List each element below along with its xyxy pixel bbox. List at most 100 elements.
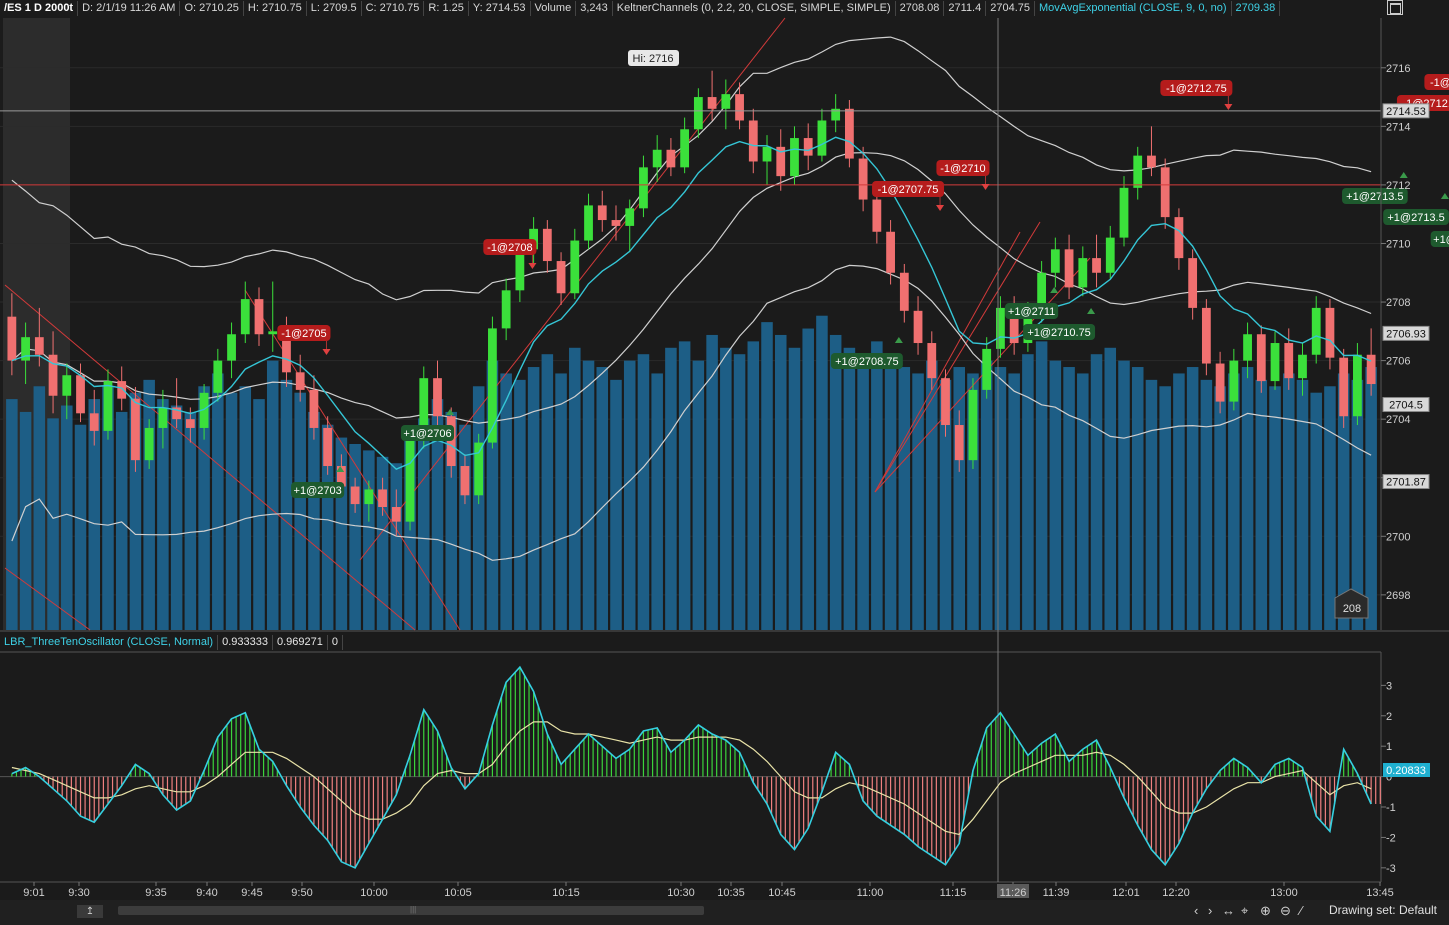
candle-body <box>378 489 387 508</box>
volume-bar <box>569 347 581 630</box>
close-label: C: 2710.75 <box>362 1 425 16</box>
volume-bar <box>1077 373 1089 630</box>
volume-bar <box>623 360 636 630</box>
keltner-study-label[interactable]: KeltnerChannels (0, 2.2, 20, CLOSE, SIMP… <box>613 1 896 16</box>
bubble-label: +1@2708.75 <box>835 356 898 368</box>
osc-tick-label: -1 <box>1386 802 1396 814</box>
y-label: Y: 2714.53 <box>469 1 531 16</box>
oscillator-value-2: 0.969271 <box>273 635 328 650</box>
candle-body <box>350 486 360 505</box>
price-tick-label: 2708 <box>1386 297 1410 309</box>
scroll-right-icon[interactable]: › <box>1208 903 1212 918</box>
volume-bar <box>665 347 677 630</box>
candle-body <box>625 208 635 226</box>
time-tick-label: 12:01 <box>1112 887 1140 899</box>
scroll-home-icon[interactable]: ↥ <box>77 905 103 918</box>
volume-bar <box>733 354 746 630</box>
volume-bar <box>651 373 663 630</box>
price-tick-label: 2698 <box>1386 590 1410 602</box>
open-label: O: 2710.25 <box>180 1 244 16</box>
volume-bar <box>280 379 293 630</box>
bubble-label: +1@2706 <box>403 428 451 440</box>
low-label: L: 2709.5 <box>307 1 362 16</box>
candle-body <box>1325 307 1335 358</box>
volume-bar <box>6 399 18 630</box>
candle-body <box>1174 217 1184 259</box>
volume-bar <box>706 334 718 630</box>
bubble-label: -1@2712.75 <box>1166 83 1227 95</box>
price-badge: 2701.87 <box>1382 474 1430 490</box>
time-tick-label: 10:00 <box>360 887 388 899</box>
candle-body <box>1298 354 1307 379</box>
volume-bar <box>637 354 650 630</box>
zoom-in-icon[interactable]: ⊕ <box>1260 903 1271 919</box>
candle-body <box>309 389 319 428</box>
volume-bar <box>774 334 787 630</box>
volume-bar <box>1241 367 1254 630</box>
volume-bar <box>308 411 320 630</box>
time-tick-label: 9:35 <box>145 887 166 899</box>
draw-line-icon[interactable]: ∕ <box>1300 903 1302 918</box>
candle-body <box>34 337 44 355</box>
volume-study-label[interactable]: Volume <box>531 1 577 16</box>
oscillator-study-label[interactable]: LBR_ThreeTenOscillator (CLOSE, Normal) <box>0 635 219 650</box>
candle-body <box>364 489 374 505</box>
scroll-left-icon[interactable]: ‹ <box>1194 903 1198 918</box>
buy-order-bubble: +1@2706 <box>400 425 455 441</box>
volume-bar <box>596 367 609 630</box>
time-tick-label: 11:26 <box>1000 887 1027 899</box>
volume-bar <box>253 399 265 630</box>
sell-order-bubble: -1@2710 <box>936 160 990 176</box>
price-chart[interactable]: -1@2705 -1@2708 -1@2710-1@2707.75 -1@2712.7… <box>0 0 1449 925</box>
volume-bar <box>857 360 869 630</box>
candle-body <box>213 360 223 393</box>
buy-order-bubble: +1@2708.75 <box>830 353 903 369</box>
volume-bar <box>582 360 595 630</box>
volume-bar <box>926 360 938 630</box>
time-tick-label: 9:01 <box>23 887 44 899</box>
oscillator-value-1: 0.933333 <box>218 635 273 650</box>
sell-order-bubble: -1@2712.75 <box>1160 80 1233 96</box>
candle-body <box>1119 187 1129 238</box>
candle-body <box>803 138 813 156</box>
volume-bar <box>1365 367 1377 630</box>
symbol-label[interactable]: /ES 1 D 2000t <box>0 1 79 16</box>
volume-bar <box>1255 379 1268 630</box>
candle-body <box>721 94 731 109</box>
volume-bar <box>884 354 897 630</box>
svg-text:Hi: 2716: Hi: 2716 <box>633 53 674 65</box>
date-label: D: 2/1/19 11:26 AM <box>78 1 181 16</box>
volume-bar <box>761 322 773 630</box>
volume-bar <box>678 341 691 630</box>
volume-bar <box>143 379 155 630</box>
volume-bar <box>1090 354 1103 630</box>
ema-study-label[interactable]: MovAvgExponential (CLOSE, 9, 0, no) <box>1035 1 1232 16</box>
volume-bar <box>816 315 828 630</box>
candle-body <box>817 120 827 156</box>
volume-bar <box>239 386 252 630</box>
time-tick-label: 11:39 <box>1043 887 1070 899</box>
candle-body <box>254 299 264 335</box>
candle-body <box>927 343 937 379</box>
volume-bar <box>1159 386 1171 630</box>
candle-body <box>982 348 992 390</box>
candle-body <box>1201 307 1211 364</box>
time-tick-label: 10:15 <box>552 887 580 899</box>
oscillator-value-3: 0 <box>328 635 343 650</box>
candle-body <box>790 138 799 177</box>
volume-bar <box>1131 367 1144 630</box>
maximize-icon[interactable] <box>1387 0 1403 15</box>
candle-body <box>1050 249 1060 273</box>
crosshair-icon[interactable]: ⌖ <box>1241 903 1248 919</box>
candle-body <box>103 381 113 431</box>
zoom-out-icon[interactable]: ⊖ <box>1280 903 1291 919</box>
expand-icon[interactable]: ↔ <box>1222 903 1235 918</box>
candle <box>1339 348 1349 428</box>
scroll-grip-icon[interactable]: ||| <box>410 905 416 914</box>
drawing-set-selector[interactable]: Drawing set: Default <box>1329 903 1437 917</box>
keltner-mid-value: 2711.4 <box>944 1 987 16</box>
candle <box>474 433 484 505</box>
candle-body <box>1256 334 1266 382</box>
candle-body <box>735 94 744 121</box>
candle-body <box>996 307 1005 349</box>
